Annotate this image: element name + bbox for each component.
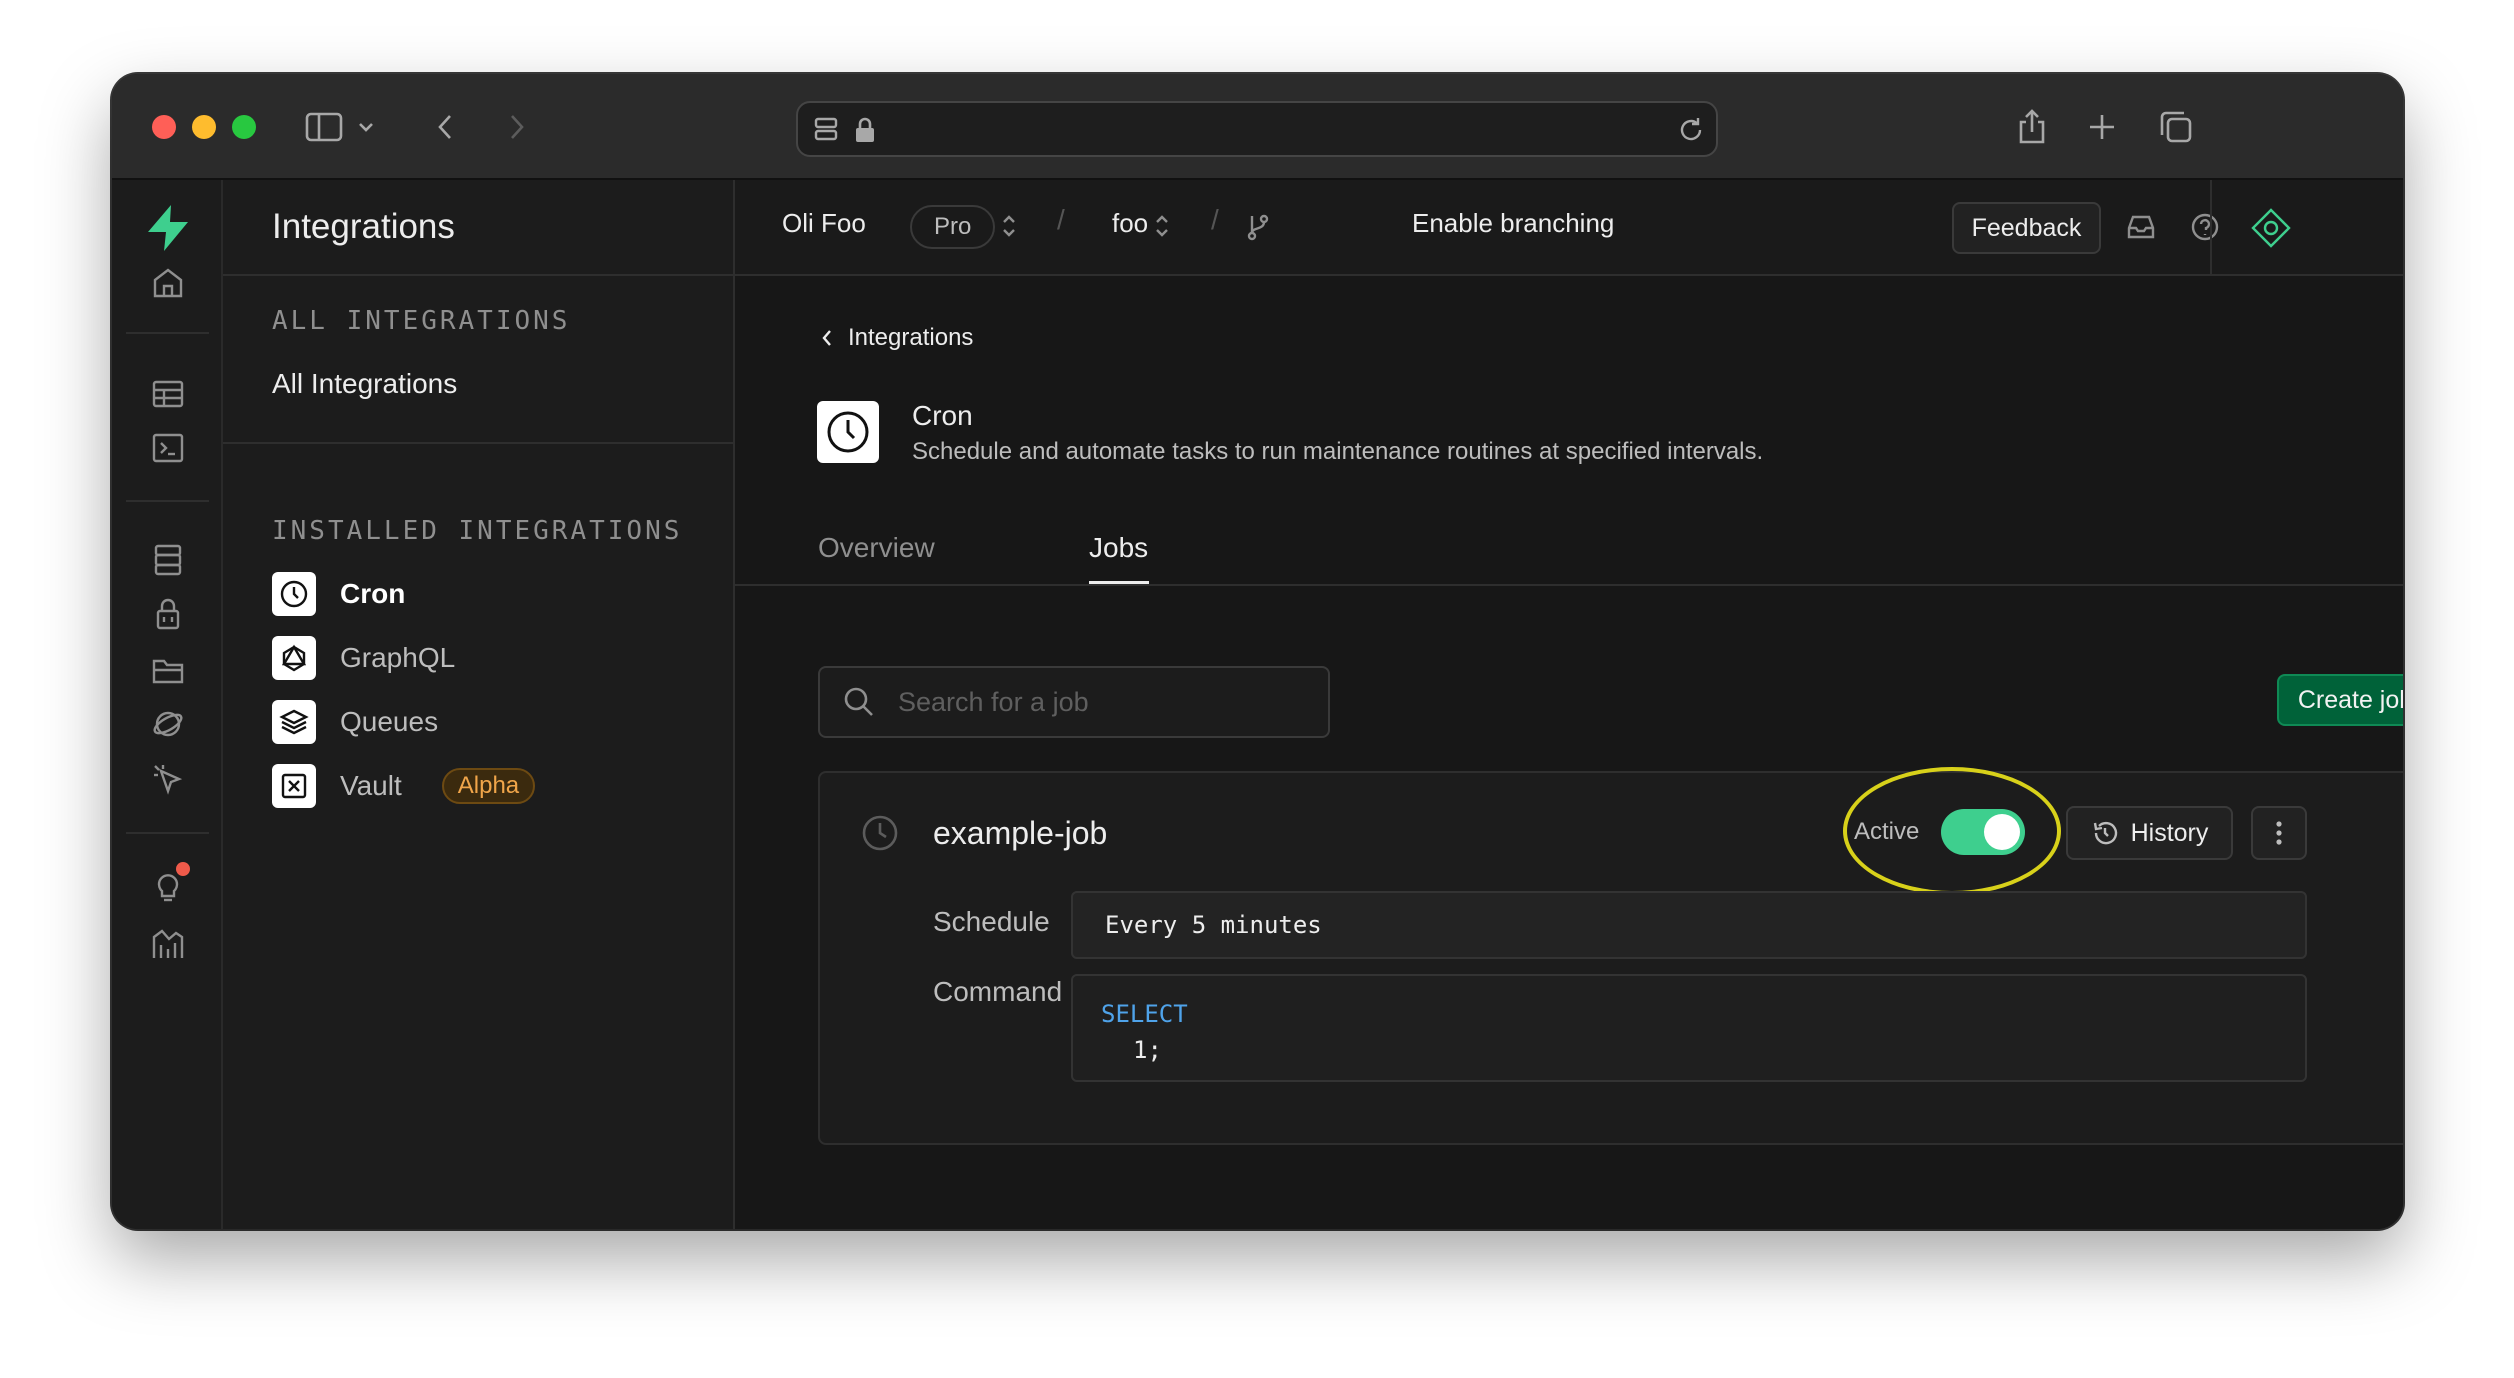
git-branch-icon <box>1245 212 1271 242</box>
command-code: SELECT 1; <box>1071 974 2307 1082</box>
sidebar-title: Integrations <box>272 207 455 246</box>
tab-overview-icon[interactable] <box>2154 104 2198 150</box>
main-content: Integrations Cron Schedule and automate … <box>735 276 2403 1229</box>
back-to-integrations-link[interactable]: Integrations <box>820 324 973 352</box>
inbox-icon[interactable] <box>2126 212 2156 242</box>
integrations-sidebar: Integrations ALL INTEGRATIONS All Integr… <box>223 180 735 1229</box>
project-switcher-chevrons-icon[interactable] <box>1153 212 1171 240</box>
sidebar-item-label: GraphQL <box>340 642 456 673</box>
browser-toolbar <box>112 74 2403 180</box>
sidebar-item-cron[interactable]: Cron <box>272 572 405 616</box>
clock-icon <box>860 813 900 858</box>
icon-rail <box>112 180 223 1229</box>
org-name[interactable]: Oli Foo <box>782 208 866 239</box>
tab-overview[interactable]: Overview <box>818 532 935 564</box>
browser-window: Integrations ALL INTEGRATIONS All Integr… <box>112 74 2403 1229</box>
plan-badge: Pro <box>910 205 996 249</box>
project-topbar: Oli Foo Pro / foo / Enable branching Fee… <box>735 180 2403 276</box>
breadcrumb-separator: / <box>1057 204 1065 235</box>
clock-icon <box>272 572 316 616</box>
rail-divider <box>126 832 209 834</box>
supabase-logo-icon[interactable] <box>140 200 196 256</box>
history-button[interactable]: History <box>2066 806 2233 860</box>
breadcrumb-separator: / <box>1211 204 1219 235</box>
assistant-diamond-icon[interactable] <box>2249 206 2293 250</box>
tab-jobs[interactable]: Jobs <box>1089 532 1148 564</box>
home-icon[interactable] <box>140 255 196 311</box>
sidebar-divider <box>223 442 733 444</box>
reports-chart-icon[interactable] <box>140 916 196 972</box>
sql-editor-icon[interactable] <box>140 420 196 476</box>
site-settings-icon[interactable] <box>812 115 840 148</box>
alpha-badge: Alpha <box>441 768 536 804</box>
help-icon[interactable] <box>2190 212 2220 242</box>
layers-icon <box>272 700 316 744</box>
new-tab-plus-icon[interactable] <box>2082 104 2122 150</box>
rail-divider <box>126 332 209 334</box>
command-label: Command <box>933 976 1063 1007</box>
close-window-button[interactable] <box>152 115 176 139</box>
vault-icon <box>272 764 316 808</box>
sidebar-item-label: Vault <box>340 770 402 801</box>
history-icon <box>2093 821 2117 845</box>
lock-icon <box>854 116 876 149</box>
sidebar-item-queues[interactable]: Queues <box>272 700 438 744</box>
job-name: example-job <box>933 815 1108 851</box>
schedule-value: Every 5 minutes <box>1071 891 2307 959</box>
minimize-window-button[interactable] <box>192 115 216 139</box>
integration-title: Cron <box>912 400 973 431</box>
history-button-label: History <box>2130 818 2209 847</box>
address-bar[interactable] <box>796 101 1718 157</box>
chevron-left-icon <box>822 330 831 346</box>
chevron-down-icon[interactable] <box>352 104 380 150</box>
all-integrations-link[interactable]: All Integrations <box>272 368 457 400</box>
sidebar-item-label: Queues <box>340 706 439 737</box>
sql-argument: 1; <box>1133 1036 1162 1064</box>
rail-divider <box>126 500 209 502</box>
sidebar-item-graphql[interactable]: GraphQL <box>272 636 455 680</box>
search-icon <box>844 687 873 716</box>
clock-icon <box>817 401 879 463</box>
feedback-button[interactable]: Feedback <box>1952 202 2101 254</box>
database-icon[interactable] <box>140 532 196 588</box>
job-card: example-job Active History Schedule Ever… <box>818 767 2403 1145</box>
graphql-icon <box>272 636 316 680</box>
zoom-window-button[interactable] <box>232 115 256 139</box>
job-search-field[interactable] <box>818 666 1330 738</box>
forward-arrow-icon[interactable] <box>502 104 532 150</box>
sql-keyword: SELECT <box>1101 1000 1188 1028</box>
pointer-cursor-icon[interactable] <box>140 752 196 808</box>
search-input[interactable] <box>898 686 1298 718</box>
integration-description: Schedule and automate tasks to run maint… <box>912 438 1764 465</box>
back-arrow-icon[interactable] <box>430 104 460 150</box>
enable-branching-link[interactable]: Enable branching <box>1412 208 1614 239</box>
project-name[interactable]: foo <box>1112 208 1148 239</box>
auth-lock-icon[interactable] <box>140 586 196 642</box>
notification-dot <box>176 862 190 876</box>
sidebar-item-vault[interactable]: Vault Alpha <box>272 764 536 808</box>
sidebar-toggle-icon[interactable] <box>302 104 346 150</box>
tabs-divider <box>735 584 2403 586</box>
advisor-lightbulb-icon[interactable] <box>140 860 196 916</box>
all-integrations-section-label: ALL INTEGRATIONS <box>272 306 571 336</box>
back-link-label: Integrations <box>848 324 974 351</box>
topbar-divider <box>2210 180 2212 276</box>
realtime-globe-icon[interactable] <box>140 696 196 752</box>
reload-icon[interactable] <box>1676 115 1706 150</box>
installed-integrations-section-label: INSTALLED INTEGRATIONS <box>272 516 683 546</box>
table-editor-icon[interactable] <box>140 366 196 422</box>
more-options-button[interactable] <box>2251 806 2307 860</box>
create-job-button[interactable]: Create job <box>2277 674 2403 726</box>
annotation-highlight-ring <box>1843 767 2061 895</box>
more-vertical-icon <box>2276 821 2282 845</box>
storage-folder-icon[interactable] <box>140 642 196 698</box>
share-icon[interactable] <box>2012 104 2052 150</box>
sidebar-item-label: Cron <box>340 578 406 609</box>
sidebar-header: Integrations <box>223 180 733 276</box>
schedule-label: Schedule <box>933 906 1050 937</box>
org-switcher-chevrons-icon[interactable] <box>1000 212 1018 240</box>
